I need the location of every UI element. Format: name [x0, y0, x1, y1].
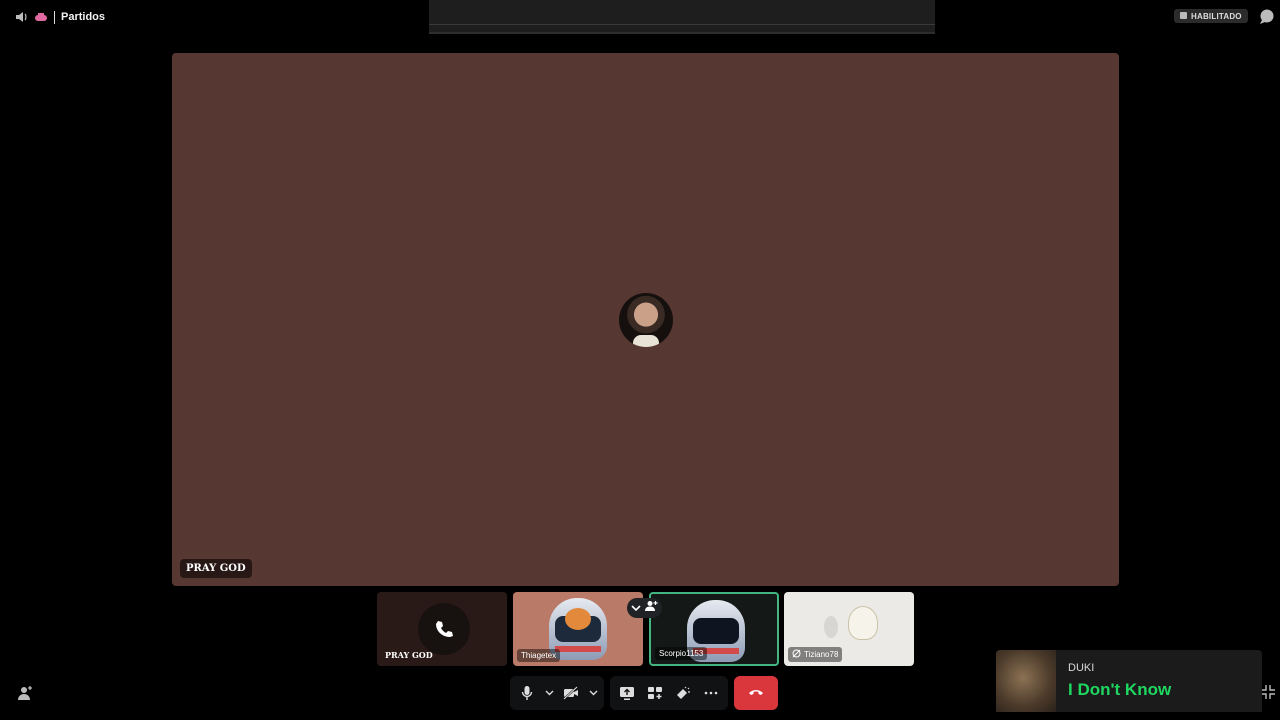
- track-title: I Don't Know: [1068, 680, 1172, 699]
- call-controls: [510, 675, 778, 711]
- hang-up-icon: [748, 684, 764, 702]
- avatar-shirt: [633, 335, 659, 347]
- chevron-down-icon[interactable]: [631, 599, 641, 617]
- participant-name-wrap: Tiziano78: [788, 647, 843, 662]
- helmet-visor: [693, 618, 739, 644]
- participant-tile-thiagetex[interactable]: Thiagetex: [513, 592, 643, 666]
- speaker-avatar: [619, 293, 673, 347]
- game-controller-icon: [34, 10, 48, 24]
- helmet-stripe: [555, 646, 601, 652]
- overlay-divider: [429, 24, 935, 25]
- track-artist: DUKI: [1068, 662, 1095, 674]
- activity-user-icon[interactable]: [16, 684, 34, 702]
- exit-fullscreen-icon[interactable]: [1260, 684, 1276, 700]
- now-playing-widget[interactable]: DUKI I Don't Know: [996, 650, 1262, 712]
- speaker-name-label: PRAY GOD: [180, 559, 252, 578]
- more-options-icon[interactable]: [700, 682, 722, 704]
- channel-name: Partidos: [61, 11, 106, 23]
- top-overlay-bar: [429, 0, 935, 34]
- disconnect-button[interactable]: [734, 676, 778, 710]
- add-user-icon[interactable]: [645, 599, 658, 617]
- chat-bubble-icon[interactable]: [1258, 8, 1276, 26]
- status-icon: [1180, 11, 1187, 21]
- chevron-down-icon[interactable]: [544, 682, 554, 704]
- activities-icon[interactable]: [644, 682, 666, 704]
- album-art: [996, 650, 1056, 712]
- status-badge-label: HABILITADO: [1191, 11, 1242, 21]
- participant-name: Tiziano78: [804, 650, 839, 659]
- participant-name: Scorpio1153: [655, 647, 708, 660]
- participant-name: PRAY GOD: [385, 650, 433, 660]
- participant-tile-pray-god[interactable]: PRAY GOD: [377, 592, 507, 666]
- soundboard-icon[interactable]: [672, 682, 694, 704]
- screen-share-icon[interactable]: [616, 682, 638, 704]
- tile-actions: [627, 598, 662, 618]
- skull-figure: [848, 606, 878, 640]
- participant-name: Thiagetex: [517, 649, 561, 662]
- main-video-stage[interactable]: PRAY GOD: [172, 53, 1119, 586]
- participant-tile-scorpio1153[interactable]: Scorpio1153: [649, 592, 779, 666]
- participant-tile-tiziano78[interactable]: Tiziano78: [784, 592, 914, 666]
- activity-group: [610, 676, 728, 710]
- channel-header: Partidos: [14, 8, 105, 26]
- bear-figure: [565, 608, 591, 630]
- speaker-icon[interactable]: [14, 10, 28, 24]
- microphone-icon[interactable]: [516, 682, 538, 704]
- chevron-down-icon[interactable]: [588, 682, 598, 704]
- muted-camera-icon: [792, 649, 801, 660]
- egg-figure: [824, 616, 838, 638]
- status-badge[interactable]: HABILITADO: [1174, 9, 1248, 23]
- header-divider: [54, 10, 55, 24]
- camera-off-icon[interactable]: [560, 682, 582, 704]
- mic-group: [510, 676, 604, 710]
